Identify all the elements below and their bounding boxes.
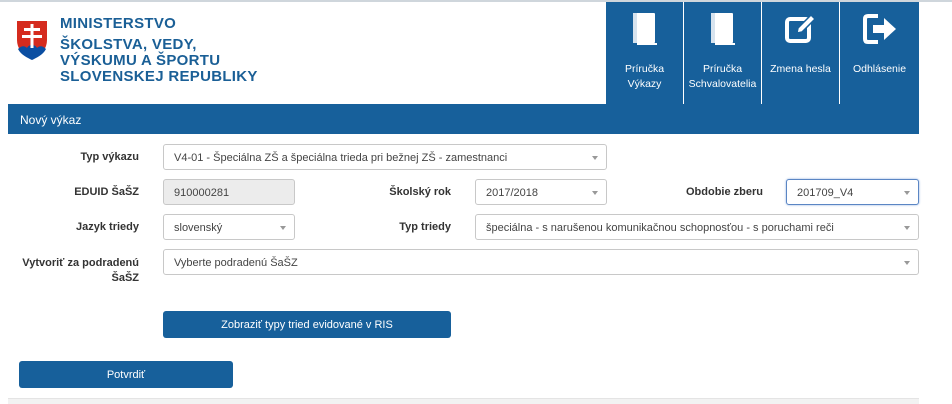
top-navigation: Príručka Výkazy Príručka Schvalovatelia … [606, 2, 919, 104]
skolsky-rok-select[interactable]: 2017/2018 [475, 179, 607, 205]
edit-icon [783, 10, 819, 48]
obdobie-zberu-select[interactable]: 201709_V4 [786, 179, 919, 205]
podradenu-label: Vytvoriť za podradenú ŠaŠZ [22, 257, 139, 284]
nav-item-label: Príručka Výkazy [624, 63, 665, 90]
slovak-crest-icon [15, 19, 49, 62]
chevron-down-icon [280, 226, 286, 230]
nav-prirucka-schvalovatelia[interactable]: Príručka Schvalovatelia [684, 2, 762, 104]
typ-vykazu-select[interactable]: V4-01 - Špeciálna ZŠ a špeciálna trieda … [163, 144, 607, 170]
typ-triedy-select[interactable]: špeciálna - s narušenou komunikačnou sch… [475, 214, 919, 240]
potvrdit-button[interactable]: Potvrdiť [19, 361, 233, 388]
zobrazit-typy-tried-button[interactable]: Zobraziť typy tried evidované v RIS [163, 311, 451, 338]
typ-vykazu-label: Typ výkazu [80, 151, 140, 163]
book-icon [705, 10, 741, 48]
nav-item-label: Príručka Schvalovatelia [688, 63, 757, 90]
nav-zmena-hesla[interactable]: Zmena hesla [762, 2, 840, 104]
book-icon [627, 10, 663, 48]
obdobie-zberu-value: 201709_V4 [797, 187, 854, 199]
nav-odhlasenie[interactable]: Odhlásenie [840, 2, 919, 104]
panel-title: Nový výkaz [8, 104, 919, 134]
nav-prirucka-vykazy[interactable]: Príručka Výkazy [606, 2, 684, 104]
chevron-down-icon [904, 261, 910, 265]
skolsky-rok-label: Školský rok [389, 186, 451, 198]
jazyk-triedy-value: slovenský [174, 222, 223, 234]
jazyk-triedy-label: Jazyk triedy [76, 221, 139, 233]
typ-vykazu-value: V4-01 - Špeciálna ZŠ a špeciálna trieda … [174, 152, 508, 164]
chevron-down-icon [904, 226, 910, 230]
logo-title-line2: ŠKOLSTVA, VEDY, VÝSKUMU A ŠPORTU SLOVENS… [60, 36, 258, 85]
logo-title-line1: MINISTERSTVO [60, 15, 177, 32]
eduid-value: 910000281 [174, 187, 230, 199]
next-panel-edge [8, 398, 919, 404]
typ-triedy-label: Typ triedy [399, 221, 451, 233]
chevron-down-icon [592, 191, 598, 195]
skolsky-rok-value: 2017/2018 [486, 187, 538, 199]
obdobie-zberu-label: Obdobie zberu [686, 186, 763, 198]
podradenu-select[interactable]: Vyberte podradenú ŠaŠZ [163, 249, 919, 275]
eduid-label: EDUID ŠaŠZ [74, 186, 139, 198]
logout-icon [862, 10, 898, 48]
nav-item-label: Zmena hesla [770, 63, 831, 75]
nav-item-label: Odhlásenie [852, 63, 907, 75]
chevron-down-icon [904, 191, 910, 195]
podradenu-placeholder: Vyberte podradenú ŠaŠZ [174, 257, 298, 269]
chevron-down-icon [592, 156, 598, 160]
typ-triedy-value: špeciálna - s narušenou komunikačnou sch… [486, 222, 834, 234]
jazyk-triedy-select[interactable]: slovenský [163, 214, 295, 240]
ministry-logo[interactable]: MINISTERSTVO ŠKOLSTVA, VEDY, VÝSKUMU A Š… [14, 15, 257, 95]
eduid-field: 910000281 [163, 179, 295, 205]
